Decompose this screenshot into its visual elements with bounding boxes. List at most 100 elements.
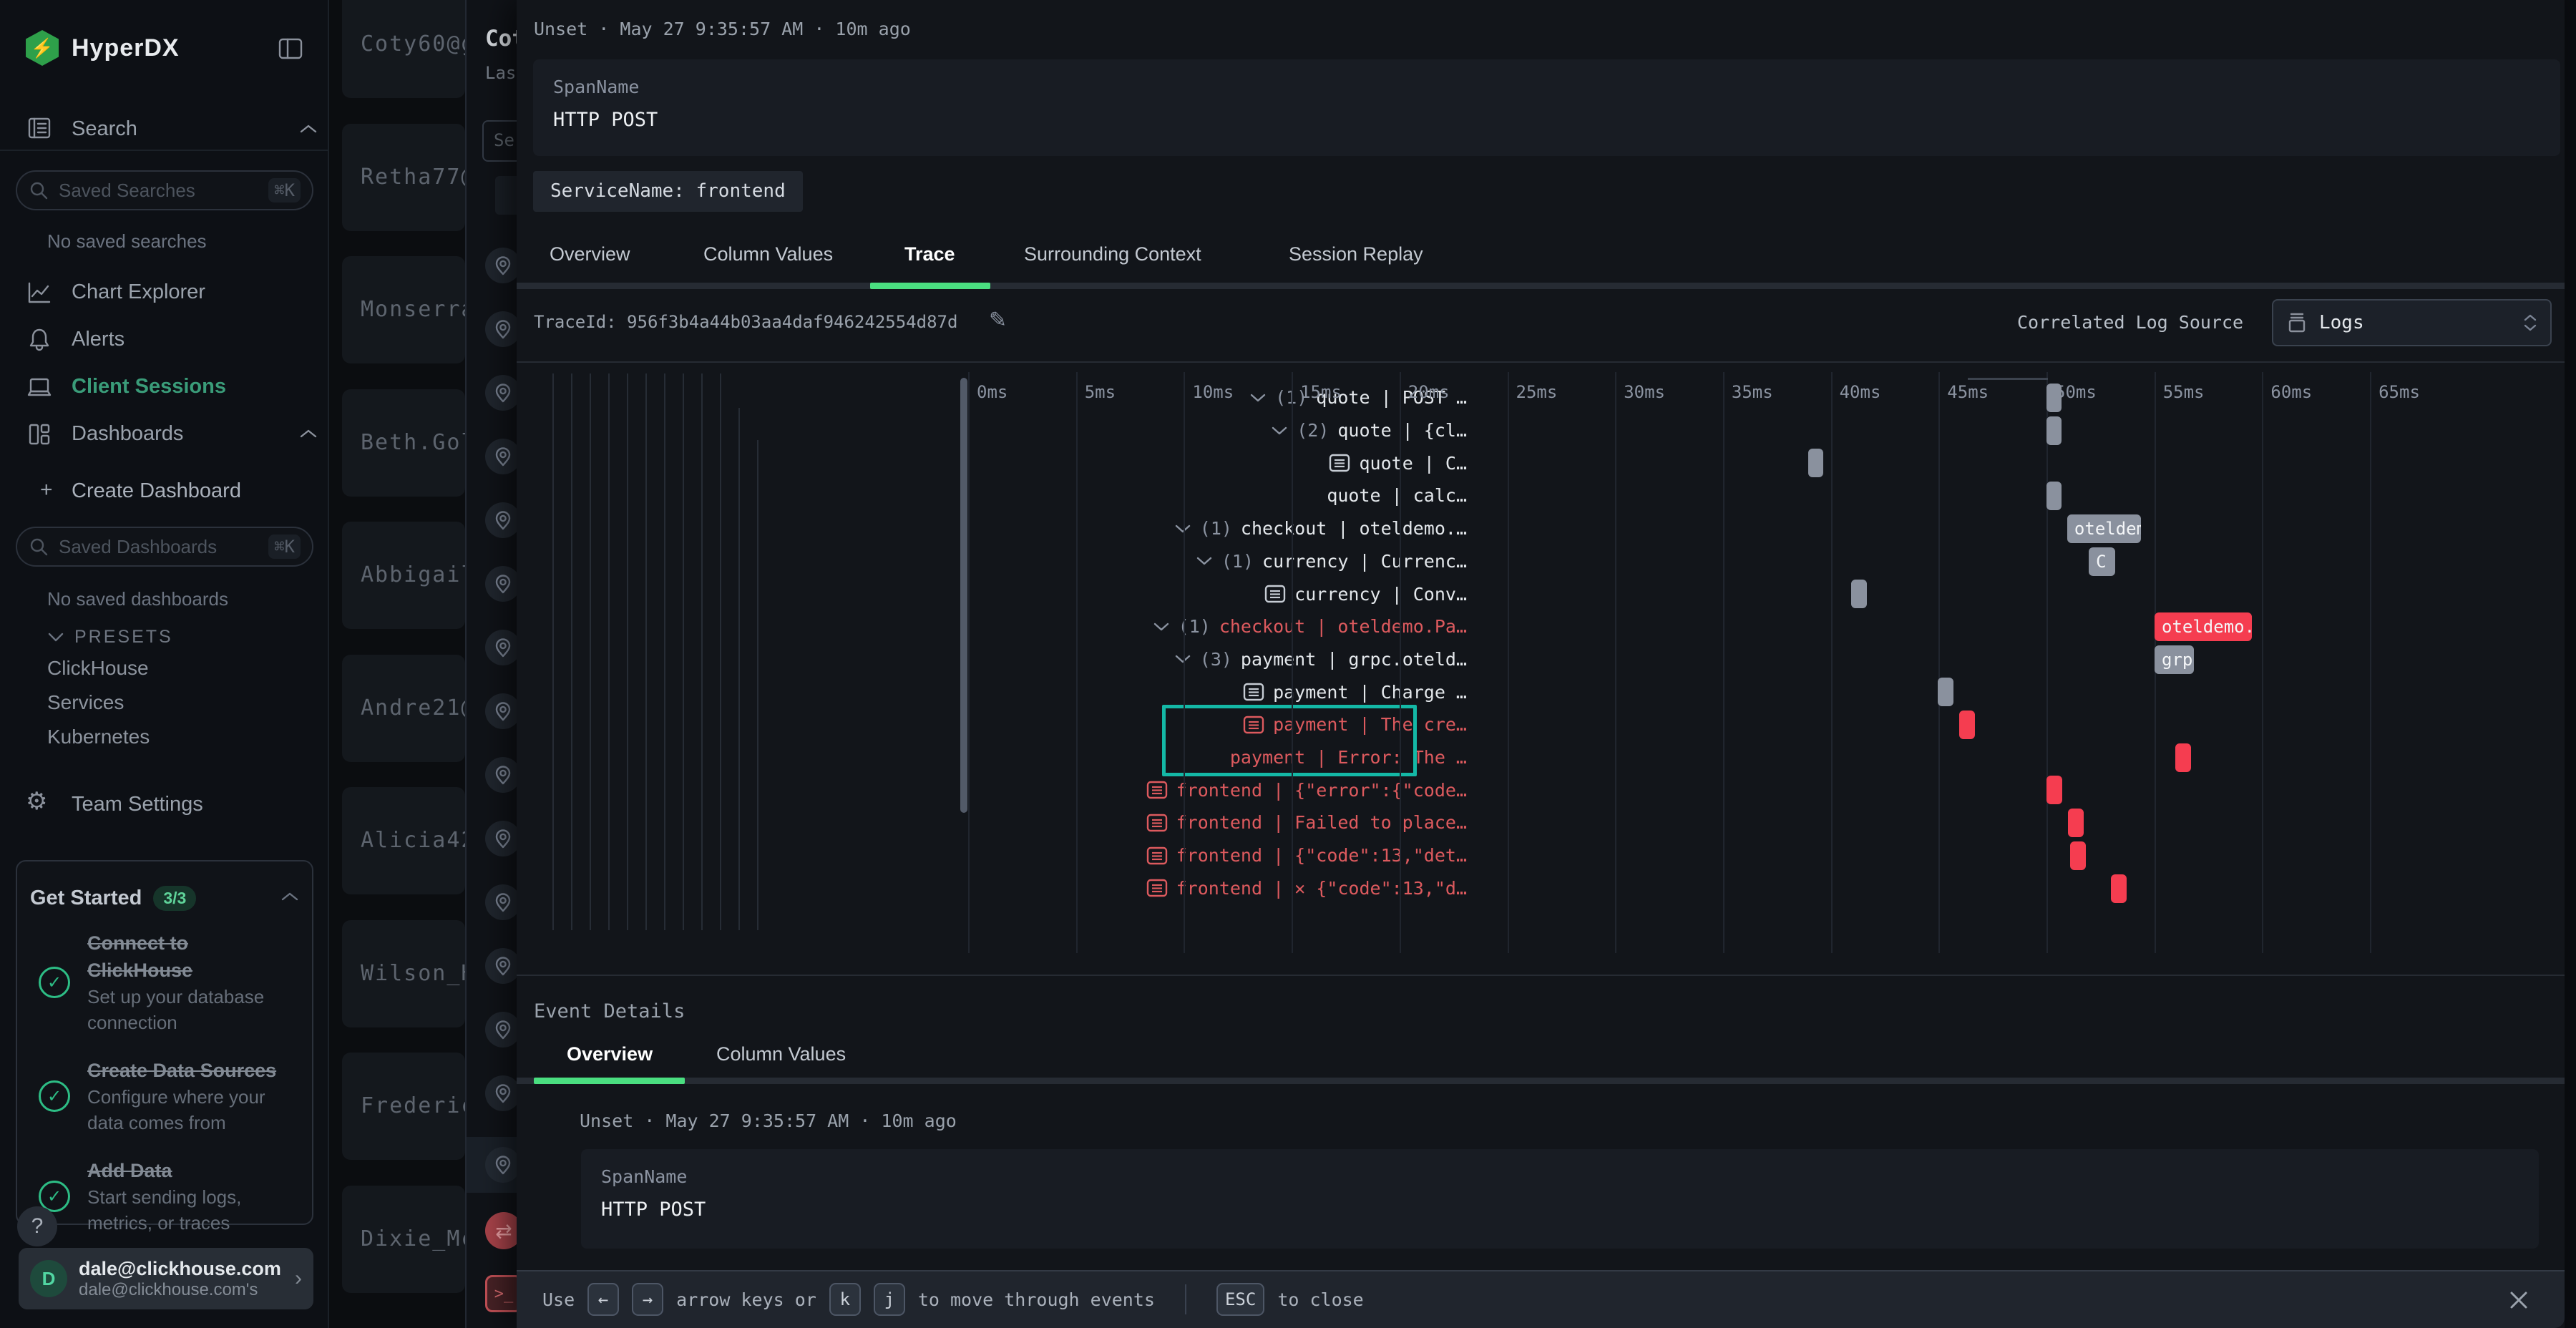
span-duration-bar[interactable] xyxy=(2046,416,2062,445)
location-pin-icon[interactable] xyxy=(485,757,521,793)
chevron-down-icon xyxy=(47,632,64,643)
tree-scrollbar[interactable] xyxy=(960,378,967,813)
span-duration-bar[interactable] xyxy=(2070,841,2086,870)
trace-span-row[interactable]: (1)currency | Currenc… xyxy=(1046,545,1474,578)
chevron-up-icon[interactable] xyxy=(299,123,318,138)
trace-span-row[interactable]: (2)quote | {cl… xyxy=(1046,414,1474,447)
span-name-label: SpanName xyxy=(581,1149,2539,1187)
trace-span-row[interactable]: quote | calc… xyxy=(1046,479,1474,512)
user-account-chip[interactable]: D dale@clickhouse.com dale@clickhouse.co… xyxy=(19,1248,313,1309)
selected-event-row[interactable] xyxy=(467,1137,518,1193)
trace-span-row[interactable]: (1)checkout | oteldemo.Pa… xyxy=(1046,610,1474,643)
tab-column-values[interactable]: Column Values xyxy=(703,243,833,265)
tab-session-replay[interactable]: Session Replay xyxy=(1289,243,1423,265)
preset-kubernetes[interactable]: Kubernetes xyxy=(47,726,150,748)
event-details-span-box: SpanName HTTP POST xyxy=(581,1149,2539,1249)
span-row-label: currency | Conv… xyxy=(1294,584,1467,605)
sidebar-item-chart-explorer[interactable]: Chart Explorer xyxy=(72,280,205,304)
event-details-tab-overview[interactable]: Overview xyxy=(567,1043,653,1065)
sidebar-item-alerts[interactable]: Alerts xyxy=(72,328,125,351)
log-doc-icon xyxy=(1146,781,1168,799)
tab-overview[interactable]: Overview xyxy=(550,243,630,265)
location-pin-icon[interactable] xyxy=(485,311,521,347)
chevron-down-icon[interactable] xyxy=(1153,622,1170,632)
span-duration-bar[interactable] xyxy=(1959,711,1975,739)
sidebar-item-team-settings[interactable]: Team Settings xyxy=(72,793,203,816)
span-duration-bar[interactable]: grp xyxy=(2155,645,2194,674)
location-pin-icon[interactable] xyxy=(485,502,521,538)
tab-surrounding-context[interactable]: Surrounding Context xyxy=(1024,243,1201,265)
span-duration-bar[interactable] xyxy=(1851,580,1867,608)
log-doc-icon xyxy=(1146,846,1168,865)
tree-indent-guide xyxy=(664,374,665,930)
location-pin-icon[interactable] xyxy=(485,566,521,602)
get-started-item-desc: data comes from xyxy=(87,1110,276,1136)
get-started-item[interactable]: ✓Add DataStart sending logs,metrics, or … xyxy=(39,1157,299,1236)
span-duration-bar[interactable]: oteldemo. xyxy=(2155,612,2252,641)
app-title: HyperDX xyxy=(72,34,180,62)
span-duration-bar[interactable] xyxy=(2046,384,2062,412)
chevron-up-icon[interactable] xyxy=(299,428,318,443)
trace-span-row[interactable]: quote | C… xyxy=(1046,446,1474,479)
trace-span-row[interactable]: (3)payment | grpc.oteld… xyxy=(1046,643,1474,676)
location-pin-icon[interactable] xyxy=(485,1075,521,1111)
event-details-tab-column-values[interactable]: Column Values xyxy=(716,1043,846,1065)
tab-trace[interactable]: Trace xyxy=(904,243,955,265)
span-duration-bar[interactable] xyxy=(1938,678,1953,706)
trace-span-row[interactable]: frontend | {"code":13,"det… xyxy=(1046,839,1474,872)
sidebar-item-search[interactable]: Search xyxy=(72,117,137,141)
trace-span-row[interactable]: frontend | ✕ {"code":13,"d… xyxy=(1046,872,1474,905)
span-duration-bar[interactable] xyxy=(1808,449,1823,477)
chevron-down-icon[interactable] xyxy=(1249,393,1267,403)
chevron-up-icon[interactable] xyxy=(280,891,299,906)
span-duration-bar[interactable] xyxy=(2046,776,2062,804)
location-pin-icon[interactable] xyxy=(485,1012,521,1048)
log-source-select[interactable]: Logs xyxy=(2272,299,2552,346)
collapse-sidebar-button[interactable] xyxy=(276,34,305,67)
trace-span-row[interactable]: (1)checkout | oteldemo.… xyxy=(1046,512,1474,545)
log-doc-icon xyxy=(1146,814,1168,832)
span-duration-bar[interactable] xyxy=(2175,743,2191,772)
span-duration-bar[interactable] xyxy=(2046,482,2062,510)
avatar: D xyxy=(30,1260,67,1297)
trace-span-row[interactable]: payment | Charge … xyxy=(1046,675,1474,708)
service-name-chip[interactable]: ServiceName: frontend xyxy=(533,171,803,212)
location-pin-icon[interactable] xyxy=(485,693,521,729)
trace-span-row[interactable]: frontend | {"error":{"code… xyxy=(1046,773,1474,806)
get-started-item[interactable]: ✓Connect toClickHouseSet up your databas… xyxy=(39,929,299,1035)
preset-services[interactable]: Services xyxy=(47,691,124,714)
span-duration-bar[interactable]: oteldemo. xyxy=(2067,514,2141,543)
get-started-item[interactable]: ✓Create Data SourcesConfigure where your… xyxy=(39,1057,299,1136)
trace-span-row[interactable]: frontend | Failed to place… xyxy=(1046,806,1474,839)
chevron-down-icon[interactable] xyxy=(1271,426,1288,436)
location-pin-icon[interactable] xyxy=(485,375,521,411)
get-started-item-title: ClickHouse xyxy=(87,957,264,984)
preset-clickhouse[interactable]: ClickHouse xyxy=(47,657,149,680)
location-pin-icon[interactable] xyxy=(485,248,521,283)
span-duration-bar[interactable] xyxy=(2068,809,2084,837)
presets-toggle[interactable]: PRESETS xyxy=(47,627,173,648)
create-dashboard-button[interactable]: Create Dashboard xyxy=(72,479,241,503)
location-pin-icon[interactable] xyxy=(485,948,521,984)
location-pin-icon[interactable] xyxy=(485,884,521,920)
help-button[interactable]: ? xyxy=(17,1206,57,1246)
location-pin-icon[interactable] xyxy=(485,821,521,856)
sidebar-item-dashboards[interactable]: Dashboards xyxy=(72,422,183,446)
span-duration-bar[interactable] xyxy=(2111,874,2127,903)
close-icon[interactable] xyxy=(2506,1287,2532,1317)
location-pin-icon[interactable] xyxy=(485,439,521,474)
timeline-tick-label: 15ms xyxy=(1300,382,1342,402)
saved-searches-input[interactable] xyxy=(59,180,258,202)
log-doc-icon xyxy=(1146,879,1168,897)
sidebar-item-client-sessions[interactable]: Client Sessions xyxy=(72,375,226,399)
trace-span-row[interactable]: currency | Conv… xyxy=(1046,577,1474,610)
span-row-label: payment | Charge … xyxy=(1273,682,1467,703)
chevron-down-icon[interactable] xyxy=(1196,556,1213,566)
location-pin-icon[interactable] xyxy=(485,630,521,665)
edit-pencil-icon[interactable]: ✎ xyxy=(989,308,1007,333)
span-duration-bar[interactable]: C xyxy=(2089,547,2115,576)
gear-icon: ⚙ xyxy=(26,787,47,816)
chevron-down-icon[interactable] xyxy=(1174,654,1191,664)
saved-dashboards-input[interactable] xyxy=(59,536,258,558)
chevron-down-icon[interactable] xyxy=(1174,524,1191,534)
